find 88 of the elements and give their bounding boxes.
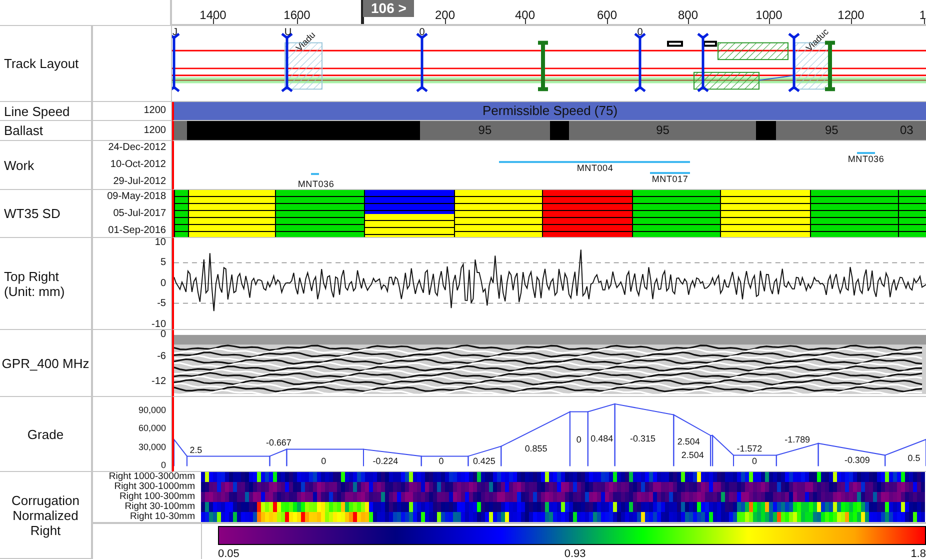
axis-label: -12 <box>152 376 166 388</box>
grade-value: -0.224 <box>372 456 398 466</box>
row-label: Track Layout <box>3 56 79 71</box>
axis-tick-label: 1600 <box>284 8 310 22</box>
axis-tick-label: 1400 <box>200 8 226 22</box>
axis-label: 10 <box>154 238 166 249</box>
work-label[interactable]: MNT017 <box>652 174 688 184</box>
marker-label: 0 <box>419 27 425 38</box>
ballast-segment: 95 <box>569 121 756 140</box>
grade-value: 2.5 <box>190 445 202 456</box>
grade-value: 0 <box>752 456 757 466</box>
work-label[interactable]: MNT036 <box>848 154 884 164</box>
grade-value: 0 <box>576 434 582 444</box>
work-label[interactable]: MNT036 <box>298 179 334 189</box>
date-label: 09-May-2018 <box>107 191 166 203</box>
axis-label: 1200 <box>144 105 166 117</box>
grade-value: -0.309 <box>844 455 870 466</box>
grade-value: -1.572 <box>736 443 762 454</box>
axis-label: 0 <box>160 330 166 341</box>
work-span-line <box>857 152 875 154</box>
grade-value: 0.484 <box>590 433 614 444</box>
marker-label: 0 <box>637 27 643 38</box>
row-label: GPR_400 MHz <box>0 356 90 370</box>
hatched-zone <box>694 72 760 90</box>
track-marker-icon <box>788 32 800 92</box>
small-block <box>703 40 717 47</box>
axis-label: -10 <box>152 319 166 329</box>
small-block <box>667 40 683 47</box>
axis-tick-label: 1000 <box>756 8 782 22</box>
row-label: Grade <box>26 426 65 442</box>
date-label: 29-Jul-2012 <box>113 176 166 188</box>
axis-label: -6 <box>157 351 166 363</box>
row-label: Corrugation Normalized Right <box>10 492 80 538</box>
axis-label: 0 <box>160 459 166 471</box>
speed-bar: Permissible Speed (75) <box>174 102 926 120</box>
axis-tick-label: 400 <box>514 8 536 22</box>
axis-label: 5 <box>160 257 166 269</box>
row-label: Line Speed <box>3 104 70 118</box>
grade-value: 2.504 <box>677 436 700 446</box>
hatched-zone <box>718 42 788 60</box>
band-label: Right 1000-3000mm <box>108 472 195 482</box>
grade-value: 0.855 <box>524 443 548 454</box>
grade-value: 0 <box>321 456 326 466</box>
grade-value: -0.315 <box>630 433 656 444</box>
date-label: 24-Dec-2012 <box>108 142 166 154</box>
connector-line <box>758 74 796 81</box>
track-marker-icon <box>697 32 709 92</box>
work-label[interactable]: MNT004 <box>576 163 614 173</box>
scale-label: 0.93 <box>564 548 586 559</box>
axis-label: 1200 <box>144 125 166 137</box>
band-label: Right 300-1000mm <box>114 482 195 492</box>
marker-label: J <box>172 27 178 38</box>
grade-value: -0.667 <box>266 437 292 448</box>
grade-value: 0 <box>438 456 444 466</box>
ballast-segment: 95 <box>420 121 550 140</box>
ballast-segment <box>756 121 776 140</box>
row-label: Ballast <box>3 123 44 138</box>
scale-label: 0.05 <box>218 548 240 559</box>
axis-tick-label: 1200 <box>838 8 864 22</box>
grade-value: -1.789 <box>784 434 810 444</box>
work-span-line <box>650 172 690 174</box>
axis-label: 30,000 <box>138 441 166 453</box>
ballast-segment <box>550 121 570 140</box>
axis-label: 90,000 <box>138 404 166 416</box>
band-label: Right 100-300mm <box>119 492 195 502</box>
row-label: WT35 SD <box>3 206 60 221</box>
post-icon <box>538 40 548 92</box>
axis-tick-label: 200 <box>434 8 456 22</box>
grade-value: 2.504 <box>681 450 704 460</box>
band-label: Right 10-30mm <box>130 512 195 522</box>
date-label: 10-Oct-2012 <box>110 159 166 171</box>
axis-tick-label: 800 <box>678 8 698 22</box>
marker-label: U <box>284 27 292 38</box>
band-label: Right 30-100mm <box>124 502 195 512</box>
grade-value: 0.5 <box>908 453 920 464</box>
axis-label: -5 <box>157 298 166 310</box>
ballast-segment: 03 <box>887 121 926 140</box>
scale-label: 1.8 <box>910 548 926 559</box>
date-label: 05-Jul-2017 <box>113 208 166 220</box>
date-label: 01-Sep-2016 <box>108 225 166 237</box>
axis-label: 60,000 <box>138 422 166 434</box>
row-label: Top Right (Unit: mm) <box>3 268 66 298</box>
axis-label: 0 <box>160 278 166 290</box>
grade-value: 0.425 <box>472 456 496 466</box>
row-label: Work <box>3 158 34 172</box>
ballast-segment: 95 <box>776 121 888 140</box>
position-marker[interactable]: 106 > <box>363 0 414 17</box>
axis-tick-label: 600 <box>596 8 618 22</box>
